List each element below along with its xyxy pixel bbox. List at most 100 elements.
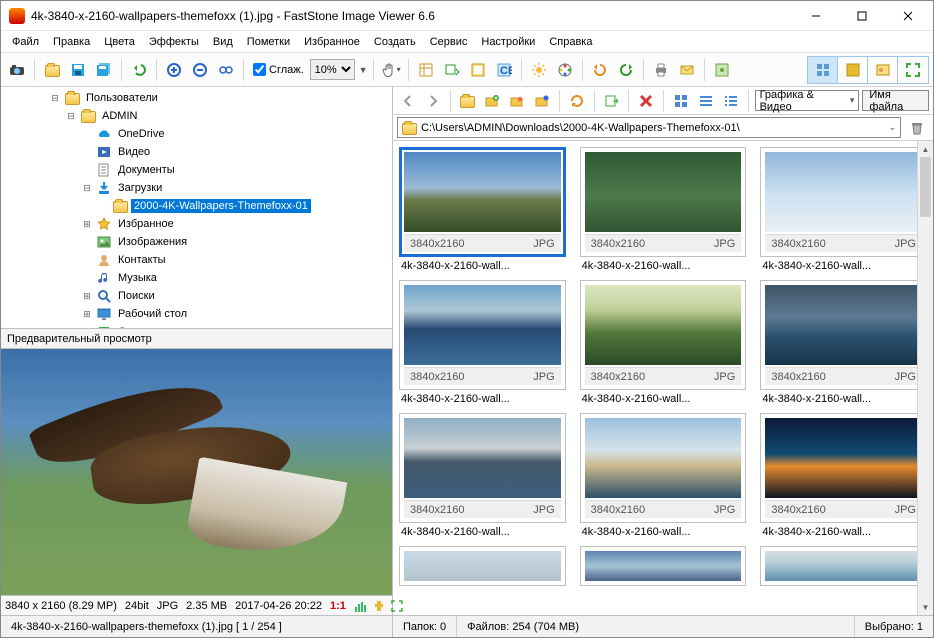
thumbnail-item[interactable]: 3840x2160JPG4k-3840-x-2160-wall... — [399, 413, 566, 538]
view-list-button[interactable] — [695, 89, 717, 113]
tree-node[interactable]: Музыка — [1, 269, 392, 287]
tree-node[interactable]: OneDrive — [1, 125, 392, 143]
folder-fav-button[interactable] — [506, 89, 528, 113]
folder-link-button[interactable] — [531, 89, 553, 113]
expand-icon[interactable]: ⊞ — [81, 290, 93, 302]
view-thumbs-tab[interactable] — [808, 57, 838, 83]
zoom-fit-button[interactable] — [214, 58, 238, 82]
thumbnail-item[interactable]: 3840x2160JPG4k-3840-x-2160-wall... — [580, 413, 747, 538]
tree-node[interactable]: Видео — [1, 143, 392, 161]
menu-пометки[interactable]: Пометки — [240, 33, 297, 51]
thumbnail-image[interactable] — [404, 152, 561, 232]
settings-button[interactable] — [710, 58, 734, 82]
menu-эффекты[interactable]: Эффекты — [142, 33, 206, 51]
tool-text-button[interactable]: CB — [492, 58, 516, 82]
thumbnail-image[interactable] — [765, 285, 922, 365]
tool-resize-button[interactable] — [440, 58, 464, 82]
open-button[interactable] — [40, 58, 64, 82]
tree-node[interactable]: ⊟Пользователи — [1, 89, 392, 107]
menu-создать[interactable]: Создать — [367, 33, 423, 51]
thumbnail-item[interactable] — [580, 546, 747, 586]
folder-up-button[interactable] — [457, 89, 479, 113]
maximize-button[interactable] — [839, 1, 885, 30]
thumbnail-image[interactable] — [404, 551, 561, 581]
view-single-tab[interactable] — [838, 57, 868, 83]
expand-icon[interactable]: ⊞ — [81, 218, 93, 230]
scroll-thumb[interactable] — [920, 157, 931, 217]
smooth-checkbox[interactable] — [253, 63, 266, 76]
tool-crop-button[interactable] — [414, 58, 438, 82]
tree-node[interactable]: ⊞Поиски — [1, 287, 392, 305]
collapse-icon[interactable]: ⊟ — [65, 110, 77, 122]
tree-node[interactable]: 2000-4K-Wallpapers-Themefoxx-01 — [1, 197, 392, 215]
menu-сервис[interactable]: Сервис — [423, 33, 475, 51]
tree-node[interactable]: ⊟ADMIN — [1, 107, 392, 125]
save-all-button[interactable] — [92, 58, 116, 82]
thumbnail-item[interactable] — [760, 546, 927, 586]
tree-node[interactable]: ⊟Загрузки — [1, 179, 392, 197]
view-full-tab[interactable] — [898, 57, 928, 83]
filter-combo[interactable]: Графика & Видео — [755, 90, 860, 111]
thumbnail-item[interactable]: 3840x2160JPG4k-3840-x-2160-wall... — [580, 147, 747, 272]
collapse-icon[interactable]: ⊟ — [49, 92, 61, 104]
histogram-icon[interactable] — [354, 599, 368, 613]
email-button[interactable] — [675, 58, 699, 82]
nav-back-button[interactable] — [397, 89, 419, 113]
thumbnail-item[interactable]: 3840x2160JPG4k-3840-x-2160-wall... — [760, 280, 927, 405]
menu-файл[interactable]: Файл — [5, 33, 46, 51]
thumbnail-image[interactable] — [765, 551, 922, 581]
zoom-in-button[interactable] — [162, 58, 186, 82]
acquire-button[interactable] — [5, 58, 29, 82]
rotate-right-button[interactable] — [614, 58, 638, 82]
hand-tool-button[interactable]: ▾ — [379, 58, 403, 82]
expand-icon[interactable]: ⊞ — [81, 308, 93, 320]
collapse-icon[interactable]: ⊟ — [81, 182, 93, 194]
folder-new-button[interactable] — [481, 89, 503, 113]
thumbnail-item[interactable]: 3840x2160JPG4k-3840-x-2160-wall... — [399, 147, 566, 272]
thumbnail-image[interactable] — [585, 285, 742, 365]
preview-image[interactable] — [1, 349, 392, 595]
close-button[interactable] — [885, 1, 931, 30]
tree-node[interactable]: ⊞Рабочий стол — [1, 305, 392, 323]
path-input[interactable] — [421, 122, 884, 134]
lock-icon[interactable] — [372, 599, 386, 613]
folder-tree[interactable]: ⊟Пользователи⊟ADMINOneDriveВидеоДокумент… — [1, 87, 392, 329]
print-button[interactable] — [649, 58, 673, 82]
tree-node[interactable]: Изображения — [1, 233, 392, 251]
tool-canvas-button[interactable] — [466, 58, 490, 82]
menu-избранное[interactable]: Избранное — [297, 33, 367, 51]
sort-name-button[interactable]: Имя файла — [862, 90, 929, 111]
scroll-up-button[interactable]: ▲ — [918, 141, 933, 157]
menu-настройки[interactable]: Настройки — [474, 33, 542, 51]
menu-вид[interactable]: Вид — [206, 33, 240, 51]
delete-button[interactable] — [635, 89, 657, 113]
tree-node[interactable]: ⊞Избранное — [1, 215, 392, 233]
export-button[interactable] — [601, 89, 623, 113]
undo-button[interactable] — [127, 58, 151, 82]
vertical-scrollbar[interactable]: ▲ ▼ — [917, 141, 933, 615]
thumbnail-item[interactable]: 3840x2160JPG4k-3840-x-2160-wall... — [760, 147, 927, 272]
minimize-button[interactable] — [793, 1, 839, 30]
trash-button[interactable] — [905, 116, 929, 140]
zoom-dropdown-icon[interactable]: ▼ — [359, 65, 368, 75]
nav-forward-button[interactable] — [422, 89, 444, 113]
thumbnail-image[interactable] — [585, 152, 742, 232]
chevron-down-icon[interactable]: ⌄ — [888, 122, 896, 133]
thumbnail-item[interactable]: 3840x2160JPG4k-3840-x-2160-wall... — [760, 413, 927, 538]
menu-цвета[interactable]: Цвета — [97, 33, 142, 51]
smooth-checkbox-label[interactable]: Сглаж. — [253, 63, 304, 76]
tool-sun-button[interactable] — [527, 58, 551, 82]
thumbnail-image[interactable] — [585, 418, 742, 498]
thumbnail-image[interactable] — [404, 418, 561, 498]
thumbnail-image[interactable] — [404, 285, 561, 365]
save-button[interactable] — [66, 58, 90, 82]
thumbnail-image[interactable] — [585, 551, 742, 581]
thumbnail-image[interactable] — [765, 418, 922, 498]
thumbnail-item[interactable] — [399, 546, 566, 586]
view-details-button[interactable] — [720, 89, 742, 113]
zoom-out-button[interactable] — [188, 58, 212, 82]
view-large-icons-button[interactable] — [670, 89, 692, 113]
tool-color-button[interactable] — [553, 58, 577, 82]
tree-node[interactable]: Контакты — [1, 251, 392, 269]
view-compare-tab[interactable] — [868, 57, 898, 83]
